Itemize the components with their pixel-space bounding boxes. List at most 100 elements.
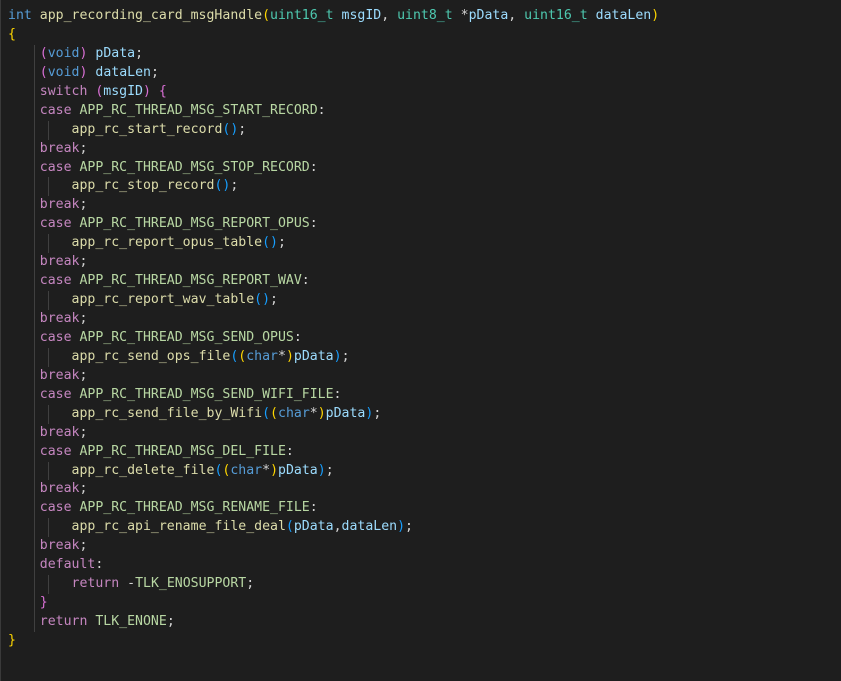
code-token: break	[39, 481, 80, 497]
code-token: app_rc_delete_file	[71, 462, 215, 478]
code-token: case	[39, 159, 80, 175]
code-editor[interactable]: int app_recording_card_msgHandle(uint16_…	[0, 0, 841, 681]
code-line[interactable]: case APP_RC_THREAD_MSG_START_RECORD:	[8, 101, 841, 121]
code-token: dataLen	[341, 519, 398, 535]
code-token: void	[47, 45, 80, 61]
code-token: case	[39, 386, 80, 402]
code-token: ;	[405, 519, 413, 535]
code-line[interactable]: return TLK_ENONE;	[8, 613, 841, 632]
code-token: ;	[270, 292, 278, 308]
code-token: return	[71, 576, 128, 592]
code-token: )	[397, 519, 406, 535]
indent-guide	[34, 158, 35, 178]
code-line[interactable]: break;	[8, 253, 841, 273]
code-token: :	[95, 557, 104, 573]
code-line[interactable]: break;	[8, 537, 841, 557]
code-line[interactable]: app_rc_report_opus_table();	[8, 234, 841, 254]
code-token: ;	[79, 140, 88, 156]
code-line[interactable]: app_rc_api_rename_file_deal(pData,dataLe…	[8, 518, 841, 538]
indent-guide	[34, 177, 35, 197]
code-token: ;	[135, 45, 144, 61]
code-token: :	[301, 273, 310, 289]
code-line[interactable]: case APP_RC_THREAD_MSG_SEND_OPUS:	[8, 328, 841, 348]
code-token: uint16_t	[524, 8, 596, 23]
code-token: (	[285, 519, 294, 535]
code-token: app_rc_stop_record	[71, 178, 215, 194]
code-line[interactable]: return -TLK_ENOSUPPORT;	[8, 575, 841, 595]
code-line[interactable]: app_rc_stop_record();	[8, 177, 841, 197]
code-line[interactable]: case APP_RC_THREAD_MSG_DEL_FILE:	[8, 442, 841, 462]
code-line[interactable]: app_rc_send_file_by_Wifi((char*)pData);	[8, 404, 841, 424]
code-line[interactable]: break;	[8, 480, 841, 500]
code-token: (	[39, 64, 48, 80]
code-token: APP_RC_THREAD_MSG_START_RECORD	[79, 102, 318, 118]
code-line[interactable]: app_rc_delete_file((char*)pData);	[8, 461, 841, 481]
code-token: ;	[246, 576, 255, 592]
code-token: pData	[468, 8, 509, 23]
code-line[interactable]: default:	[8, 556, 841, 576]
code-token: ,	[381, 8, 398, 23]
indent-guide	[34, 499, 35, 519]
code-token: (	[270, 405, 278, 421]
code-line[interactable]: case APP_RC_THREAD_MSG_RENAME_FILE:	[8, 499, 841, 519]
code-token: default	[39, 557, 96, 573]
code-line[interactable]: case APP_RC_THREAD_MSG_SEND_WIFI_FILE:	[8, 385, 841, 405]
indent-guide	[48, 347, 49, 367]
code-token: break	[39, 311, 80, 326]
code-token: TLK_ENOSUPPORT	[135, 576, 247, 592]
code-line[interactable]: case APP_RC_THREAD_MSG_STOP_RECORD:	[8, 158, 841, 178]
code-token: )	[270, 462, 279, 478]
code-token: case	[39, 443, 80, 459]
code-token: ()	[222, 121, 239, 137]
code-line[interactable]: app_rc_start_record();	[8, 120, 841, 140]
code-line[interactable]: }	[8, 594, 841, 613]
indent-guide	[34, 272, 35, 292]
code-line[interactable]: }	[8, 632, 841, 651]
code-token: break	[39, 367, 80, 383]
code-token: ()	[254, 292, 271, 308]
code-line[interactable]: app_rc_send_ops_file((char*)pData);	[8, 347, 841, 367]
code-line[interactable]: app_rc_report_wav_table();	[8, 291, 841, 310]
code-line[interactable]: case APP_RC_THREAD_MSG_REPORT_OPUS:	[8, 215, 841, 235]
code-token: uint8_t	[397, 8, 461, 23]
code-line[interactable]: break;	[8, 423, 841, 443]
code-line[interactable]: case APP_RC_THREAD_MSG_REPORT_WAV:	[8, 272, 841, 292]
code-line[interactable]: break;	[8, 196, 841, 216]
indent-guide	[34, 82, 35, 102]
code-token: break	[39, 254, 80, 270]
indent-guide	[34, 442, 35, 462]
indent-guide	[34, 556, 35, 576]
code-line[interactable]: break;	[8, 139, 841, 159]
indent-guide	[34, 139, 35, 159]
code-line[interactable]: break;	[8, 310, 841, 329]
code-line[interactable]: (void) dataLen;	[8, 63, 841, 83]
code-token: (	[262, 8, 271, 23]
code-line[interactable]: break;	[8, 366, 841, 386]
code-line[interactable]: int app_recording_card_msgHandle(uint16_…	[8, 7, 841, 26]
code-line[interactable]: {	[8, 26, 841, 45]
indent-guide	[34, 404, 35, 424]
code-token: dataLen	[595, 8, 652, 23]
indent-guide	[48, 518, 49, 538]
indent-guide	[34, 44, 35, 64]
code-token: pData	[95, 45, 136, 61]
code-token: {	[8, 26, 16, 42]
indent-guide	[34, 537, 35, 557]
code-token: ;	[166, 614, 175, 629]
code-line[interactable]: switch (msgID) {	[8, 82, 841, 102]
indent-guide	[34, 63, 35, 83]
code-line[interactable]: (void) pData;	[8, 44, 841, 64]
code-token: {	[158, 83, 167, 99]
code-token: app_rc_api_rename_file_deal	[71, 519, 286, 535]
code-block[interactable]: int app_recording_card_msgHandle(uint16_…	[8, 7, 841, 651]
code-token: void	[47, 64, 80, 80]
indent-guide	[34, 480, 35, 500]
